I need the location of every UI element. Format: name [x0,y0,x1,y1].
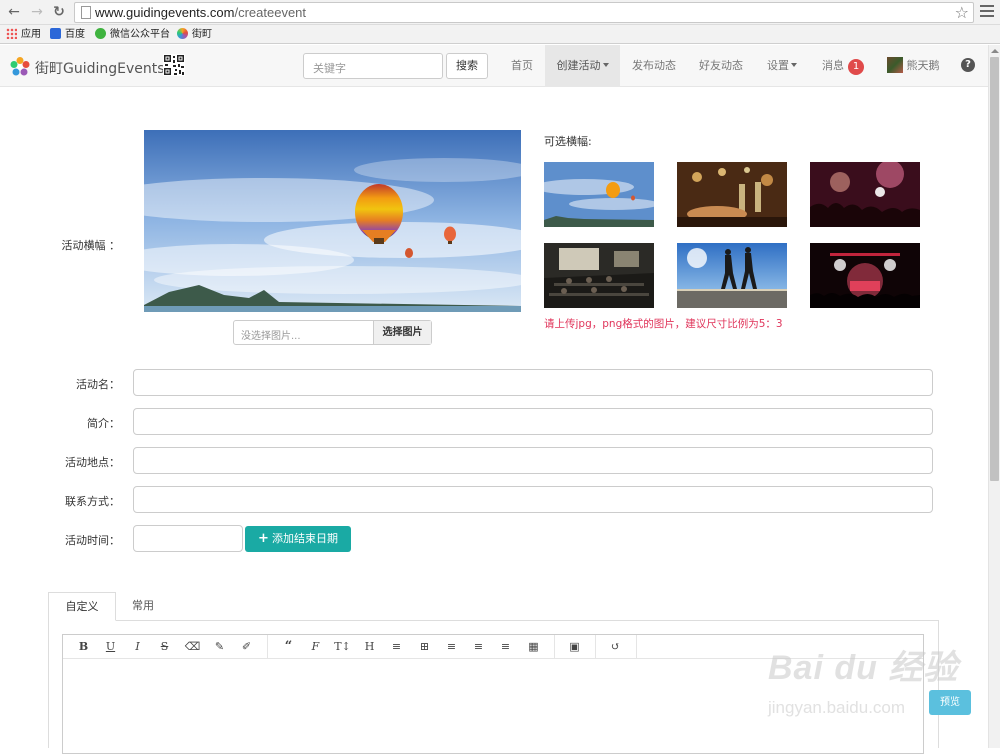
image-icon[interactable]: ▣ [561,635,588,658]
font-icon[interactable]: F [302,635,329,658]
tab-custom[interactable]: 自定义 [48,592,116,621]
caret-down-icon [602,63,609,67]
tabs-divider [48,620,939,621]
nav-friends-feed[interactable]: 好友动态 [691,45,751,87]
strikethrough-button[interactable]: S [151,635,178,658]
search-input[interactable]: 关键字 [303,53,443,79]
caret-down-icon [791,63,797,67]
user-avatar [886,57,903,73]
nav-create-event[interactable]: 创建活动 [545,45,620,87]
quote-icon[interactable]: “ [275,635,302,658]
browser-menu-icon[interactable] [980,5,994,20]
choose-image-button[interactable]: 选择图片 [373,321,431,344]
url-text: www.guidingevents.com/createevent [95,5,307,20]
preview-button[interactable]: 预览 [929,690,971,715]
table-icon[interactable]: ▦ [520,635,547,658]
banner-file-picker[interactable]: 没选择图片... 选择图片 [233,320,432,345]
baidu-paw-icon [50,28,61,39]
heading-button[interactable]: H [356,635,383,658]
event-time-label: 活动时间： [65,534,120,547]
upload-hint: 请上传jpg，png格式的图片，建议尺寸比例为5：3 [544,318,783,330]
bold-button[interactable]: B [70,635,97,658]
optional-banner-concert-crowd[interactable] [810,162,920,227]
contact-label: 联系方式： [65,495,120,508]
align-center-icon[interactable]: ≡ [465,635,492,658]
start-date-input[interactable] [133,525,243,552]
reload-icon[interactable]: ↻ [51,4,67,20]
scroll-thumb[interactable] [990,57,999,481]
bookmark-wechat[interactable]: 微信公众平台 [95,27,170,42]
optional-banners-title: 可选横幅: [544,135,592,148]
bookmark-star-icon[interactable]: ☆ [955,3,969,22]
scroll-up-icon[interactable] [991,49,999,53]
contact-input[interactable] [133,486,933,513]
back-icon[interactable]: ← [6,4,22,20]
panel-border-left [48,620,49,748]
browser-toolbar: ← → ↻ www.guidingevents.com/createevent … [0,0,1000,25]
page-scrollbar[interactable] [988,45,1000,748]
bookmark-jieding[interactable]: 街町 [177,27,212,42]
forward-icon[interactable]: → [29,4,45,20]
search-button[interactable]: 搜索 [446,53,488,79]
address-bar[interactable]: www.guidingevents.com/createevent ☆ [74,2,974,23]
nav-user-profile[interactable]: 熊天鹅 [880,45,946,87]
tab-common[interactable]: 常用 [118,592,168,621]
site-logo-text[interactable]: 街町GuidingEvents [35,58,165,78]
intro-label: 简介： [87,417,120,430]
brush-icon[interactable]: ✐ [233,635,260,658]
bookmark-baidu[interactable]: 百度 [50,27,85,42]
location-input[interactable] [133,447,933,474]
list-icon[interactable]: ≡ [383,635,410,658]
qr-code-icon[interactable] [163,54,185,76]
location-label: 活动地点： [65,456,120,469]
plus-icon: + [258,531,269,546]
optional-banner-balloons[interactable] [544,162,654,227]
wechat-icon [95,28,106,39]
optional-banner-lecture-hall[interactable] [544,243,654,308]
optional-banner-dinner[interactable] [677,162,787,227]
baidu-jingyan-watermark: Bai du 经验 jingyan.baidu.com [768,649,959,717]
nav-publish-post[interactable]: 发布动态 [624,45,684,87]
event-name-input[interactable] [133,369,933,396]
text-size-icon[interactable]: T↕ [329,635,356,658]
nav-home[interactable]: 首页 [502,45,542,87]
file-placeholder: 没选择图片... [241,331,301,342]
nav-settings[interactable]: 设置 [758,45,806,87]
intro-input[interactable] [133,408,933,435]
apps-grid-icon [6,28,17,39]
align-left-icon[interactable]: ≡ [438,635,465,658]
event-name-label: 活动名： [76,378,120,391]
bookmark-apps[interactable]: 应用 [6,27,41,42]
bookmarks-bar: 应用 百度 微信公众平台 街町 [0,25,1000,44]
pencil-icon[interactable]: ✎ [206,635,233,658]
banner-label: 活动横幅 ： [61,239,121,252]
undo-icon[interactable]: ↺ [602,635,629,658]
selected-banner-image [144,130,521,312]
underline-button[interactable]: U [97,635,124,658]
site-navbar: 街町GuidingEvents 关键字 搜索 首页 创建活动 发布动态 好友动态… [0,45,988,87]
eraser-icon[interactable]: ⌫ [179,635,206,658]
optional-banner-stage-show[interactable] [810,243,920,308]
ordered-list-icon[interactable]: ⊞ [411,635,438,658]
page-icon [81,6,91,19]
add-end-date-button[interactable]: + 添加结束日期 [245,526,351,552]
message-count-badge: 1 [848,59,864,75]
jieding-logo-icon [177,28,188,39]
logo-flower-icon[interactable] [9,56,31,78]
optional-banner-runners[interactable] [677,243,787,308]
align-right-icon[interactable]: ≡ [492,635,519,658]
nav-messages[interactable]: 消息 1 [814,45,872,87]
italic-button[interactable]: I [124,635,151,658]
question-circle-icon[interactable]: ? [961,58,975,72]
